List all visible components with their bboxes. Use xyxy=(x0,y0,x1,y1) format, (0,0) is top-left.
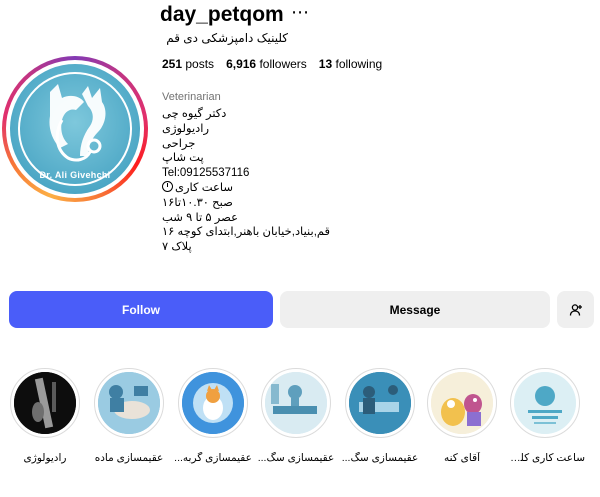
following-stat[interactable]: 13 following xyxy=(319,57,382,71)
highlight-item[interactable]: عقیمسازی سگ... xyxy=(340,368,420,464)
followers-label: followers xyxy=(259,57,307,71)
add-user-button[interactable] xyxy=(557,291,594,328)
highlight-item[interactable]: عقیمسازی سگ... xyxy=(256,368,336,464)
xray-image xyxy=(14,372,76,434)
clinic-card-image xyxy=(514,372,576,434)
profile-avatar-ring[interactable]: Dr. Ali Givehchi xyxy=(2,56,148,202)
posts-stat: 251 posts xyxy=(162,57,214,71)
following-label: following xyxy=(335,57,383,71)
bio-line: صبح ۱۰.۳۰تا۱۶ xyxy=(162,196,233,209)
posts-count: 251 xyxy=(162,57,183,71)
message-button[interactable]: Message xyxy=(280,291,550,328)
highlight-label: عقیمسازی سگ... xyxy=(341,452,419,464)
bio-line: رادیولوژی xyxy=(162,122,210,135)
highlight-item[interactable]: رادیولوژی xyxy=(5,368,85,464)
highlight-item[interactable]: عقیمسازی ماده xyxy=(89,368,169,464)
bio-hours-line: ساعت کاری xyxy=(162,180,330,196)
bio-line: پلاک ۷ xyxy=(162,241,192,254)
bio-line: جراحی xyxy=(162,137,196,150)
more-horizontal-icon[interactable]: ⋯ xyxy=(291,2,310,23)
highlight-item[interactable]: آقای کنه xyxy=(422,368,502,464)
highlight-item[interactable]: ساعت کاری کلی... xyxy=(505,368,585,464)
surgery-image xyxy=(98,372,160,434)
profile-avatar: Dr. Ali Givehchi xyxy=(10,64,140,194)
profile-category: Veterinarian xyxy=(162,91,221,103)
highlight-label: عقیمسازی سگ... xyxy=(257,452,335,464)
highlight-label: رادیولوژی xyxy=(23,452,67,464)
highlight-label: عقیمسازی گربه... xyxy=(174,452,252,464)
posts-label: posts xyxy=(185,57,215,71)
surgery-image xyxy=(265,372,327,434)
following-count: 13 xyxy=(318,57,333,71)
cat-cartoon-image xyxy=(182,372,244,434)
clock-icon xyxy=(162,180,173,192)
profile-username: day_petqom xyxy=(160,3,284,26)
story-highlights: ساعت کاری کلی... آقای کنه عقیمسازی سگ...… xyxy=(0,368,600,478)
profile-bio: دکتر گیوه چی رادیولوژی جراحی پت شاپ Tel:… xyxy=(162,107,330,255)
follow-button[interactable]: Follow xyxy=(9,291,273,328)
highlight-label: ساعت کاری کلی... xyxy=(505,452,585,464)
profile-stats: 251 posts 6,916 followers 13 following xyxy=(162,57,382,71)
followers-count: 6,916 xyxy=(226,57,257,71)
followers-stat[interactable]: 6,916 followers xyxy=(226,57,307,71)
bio-phone: Tel:09125537116 xyxy=(162,167,250,180)
bio-line: عصر ۵ تا ۹ شب xyxy=(162,211,238,224)
bio-hours-label: ساعت کاری xyxy=(175,181,234,194)
bio-address: قم,بنیاد,خیابان باهنر,ابتدای کوچه ۱۶ xyxy=(162,226,331,239)
surgery-image xyxy=(349,372,411,434)
highlight-item[interactable]: عقیمسازی گربه... xyxy=(173,368,253,464)
bio-line: پت شاپ xyxy=(162,152,204,165)
add-user-icon xyxy=(569,303,582,316)
tick-cartoon-image xyxy=(431,372,493,434)
highlight-label: عقیمسازی ماده xyxy=(94,452,164,464)
profile-full-name: کلینیک دامپزشکی دی قم xyxy=(166,31,288,45)
highlight-label: آقای کنه xyxy=(443,452,481,464)
avatar-caption: Dr. Ali Givehchi xyxy=(39,170,111,180)
bio-line: دکتر گیوه چی xyxy=(162,108,227,120)
